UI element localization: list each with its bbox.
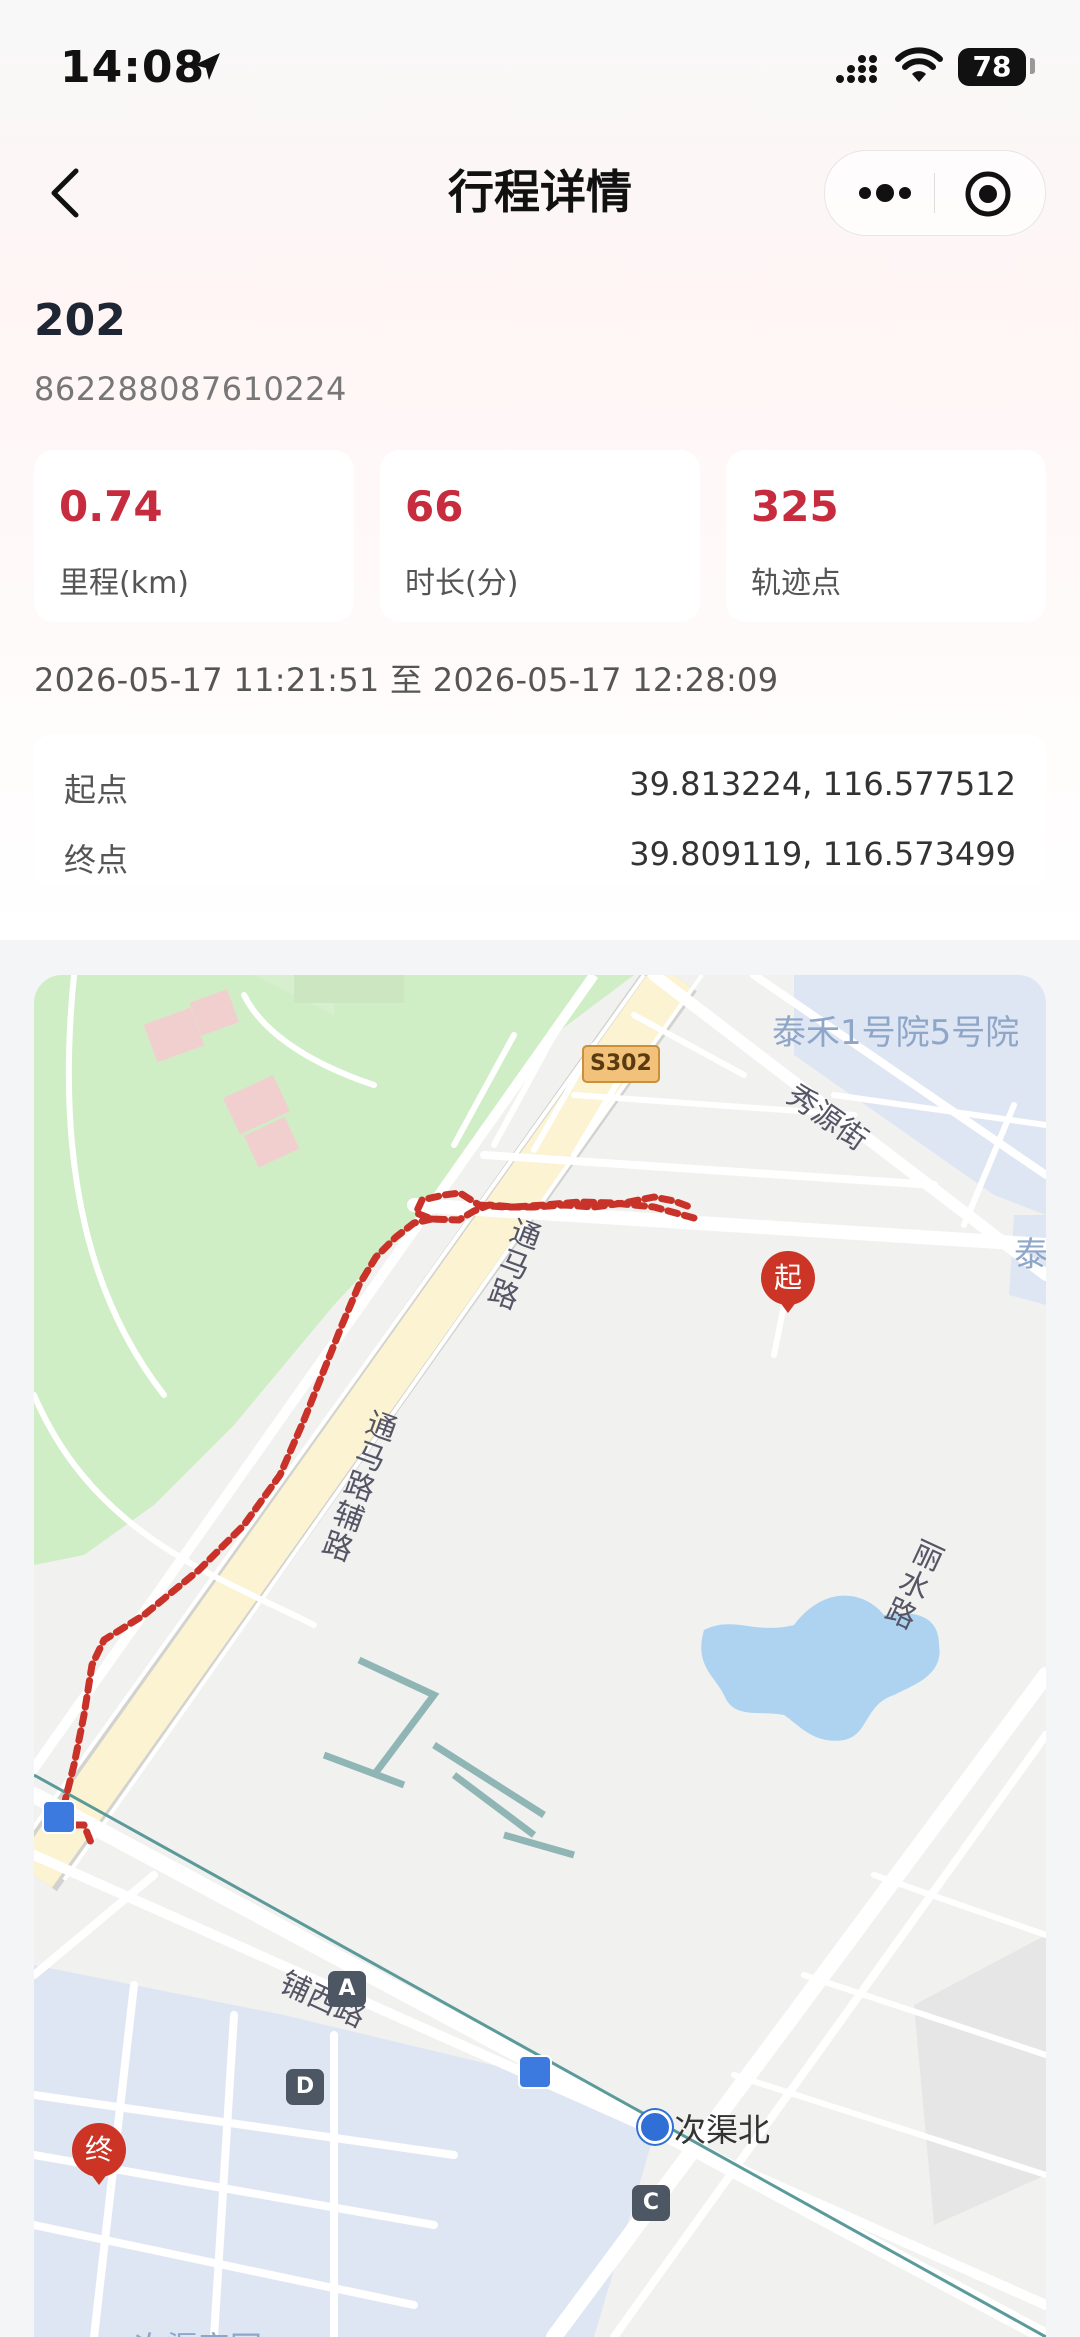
- back-arrow-icon[interactable]: [40, 163, 100, 223]
- bus-stop-icon: [518, 2055, 552, 2089]
- map-label-station: 次渠北: [674, 2111, 771, 2149]
- stat-label: 里程(km): [59, 566, 190, 601]
- device-name: 202: [34, 295, 126, 346]
- highway-shield-s302: S302: [582, 1045, 660, 1083]
- stat-value: 325: [751, 482, 839, 531]
- bus-stop-icon: [42, 1800, 76, 1834]
- map-canvas: [34, 975, 1046, 2337]
- map-label-tai: 泰: [1014, 1235, 1046, 1275]
- battery-icon: 78: [958, 48, 1026, 86]
- location-arrow-icon: [194, 53, 220, 80]
- more-dots-icon[interactable]: [855, 171, 915, 215]
- trip-time-range: 2026-05-17 11:21:51 至 2026-05-17 12:28:0…: [34, 661, 779, 699]
- stat-label: 轨迹点: [751, 566, 841, 601]
- end-point-coords: 39.809119, 116.573499: [629, 835, 1016, 873]
- stat-card-distance: 0.74 里程(km): [34, 450, 354, 622]
- trip-points-card: 起点 39.813224, 116.577512 终点 39.809119, 1…: [34, 735, 1046, 885]
- end-point-row: 终点 39.809119, 116.573499: [64, 835, 1016, 885]
- stat-card-duration: 66 时长(分): [380, 450, 700, 622]
- start-point-label: 起点: [64, 771, 129, 809]
- map-label-community-bottom: 次渠家园: [134, 2323, 262, 2337]
- stat-label: 时长(分): [405, 566, 519, 601]
- start-point-coords: 39.813224, 116.577512: [629, 765, 1016, 803]
- device-id: 862288087610224: [34, 370, 347, 408]
- station-exit-c: C: [632, 2185, 670, 2221]
- station-exit-d: D: [286, 2069, 324, 2105]
- stat-card-track-points: 325 轨迹点: [726, 450, 1046, 622]
- trip-map[interactable]: S302 通马路 通马路辅路 秀源街 泰禾1号院5号院 泰 丽水路 铺西路 次渠…: [34, 975, 1046, 2337]
- map-label-taihe-community: 泰禾1号院5号院: [772, 1013, 1020, 1053]
- miniprogram-capsule: [824, 150, 1046, 236]
- start-point-row: 起点 39.813224, 116.577512: [64, 765, 1016, 815]
- status-time: 14:08: [60, 42, 206, 93]
- start-marker-pin: [776, 1297, 800, 1313]
- status-bar: 14:08 78: [0, 0, 1080, 135]
- stat-value: 0.74: [59, 482, 163, 531]
- station-exit-a: A: [328, 1971, 366, 2007]
- close-target-icon[interactable]: [963, 169, 1013, 219]
- nav-bar: 行程详情: [0, 135, 1080, 250]
- cellular-signal-icon: [836, 55, 877, 83]
- capsule-divider: [934, 173, 935, 213]
- stat-value: 66: [405, 482, 464, 531]
- end-point-label: 终点: [64, 841, 129, 879]
- battery-tip: [1030, 58, 1035, 74]
- wifi-icon: [895, 47, 943, 82]
- metro-station-icon: [638, 2110, 672, 2144]
- end-marker-pin: [87, 2169, 111, 2185]
